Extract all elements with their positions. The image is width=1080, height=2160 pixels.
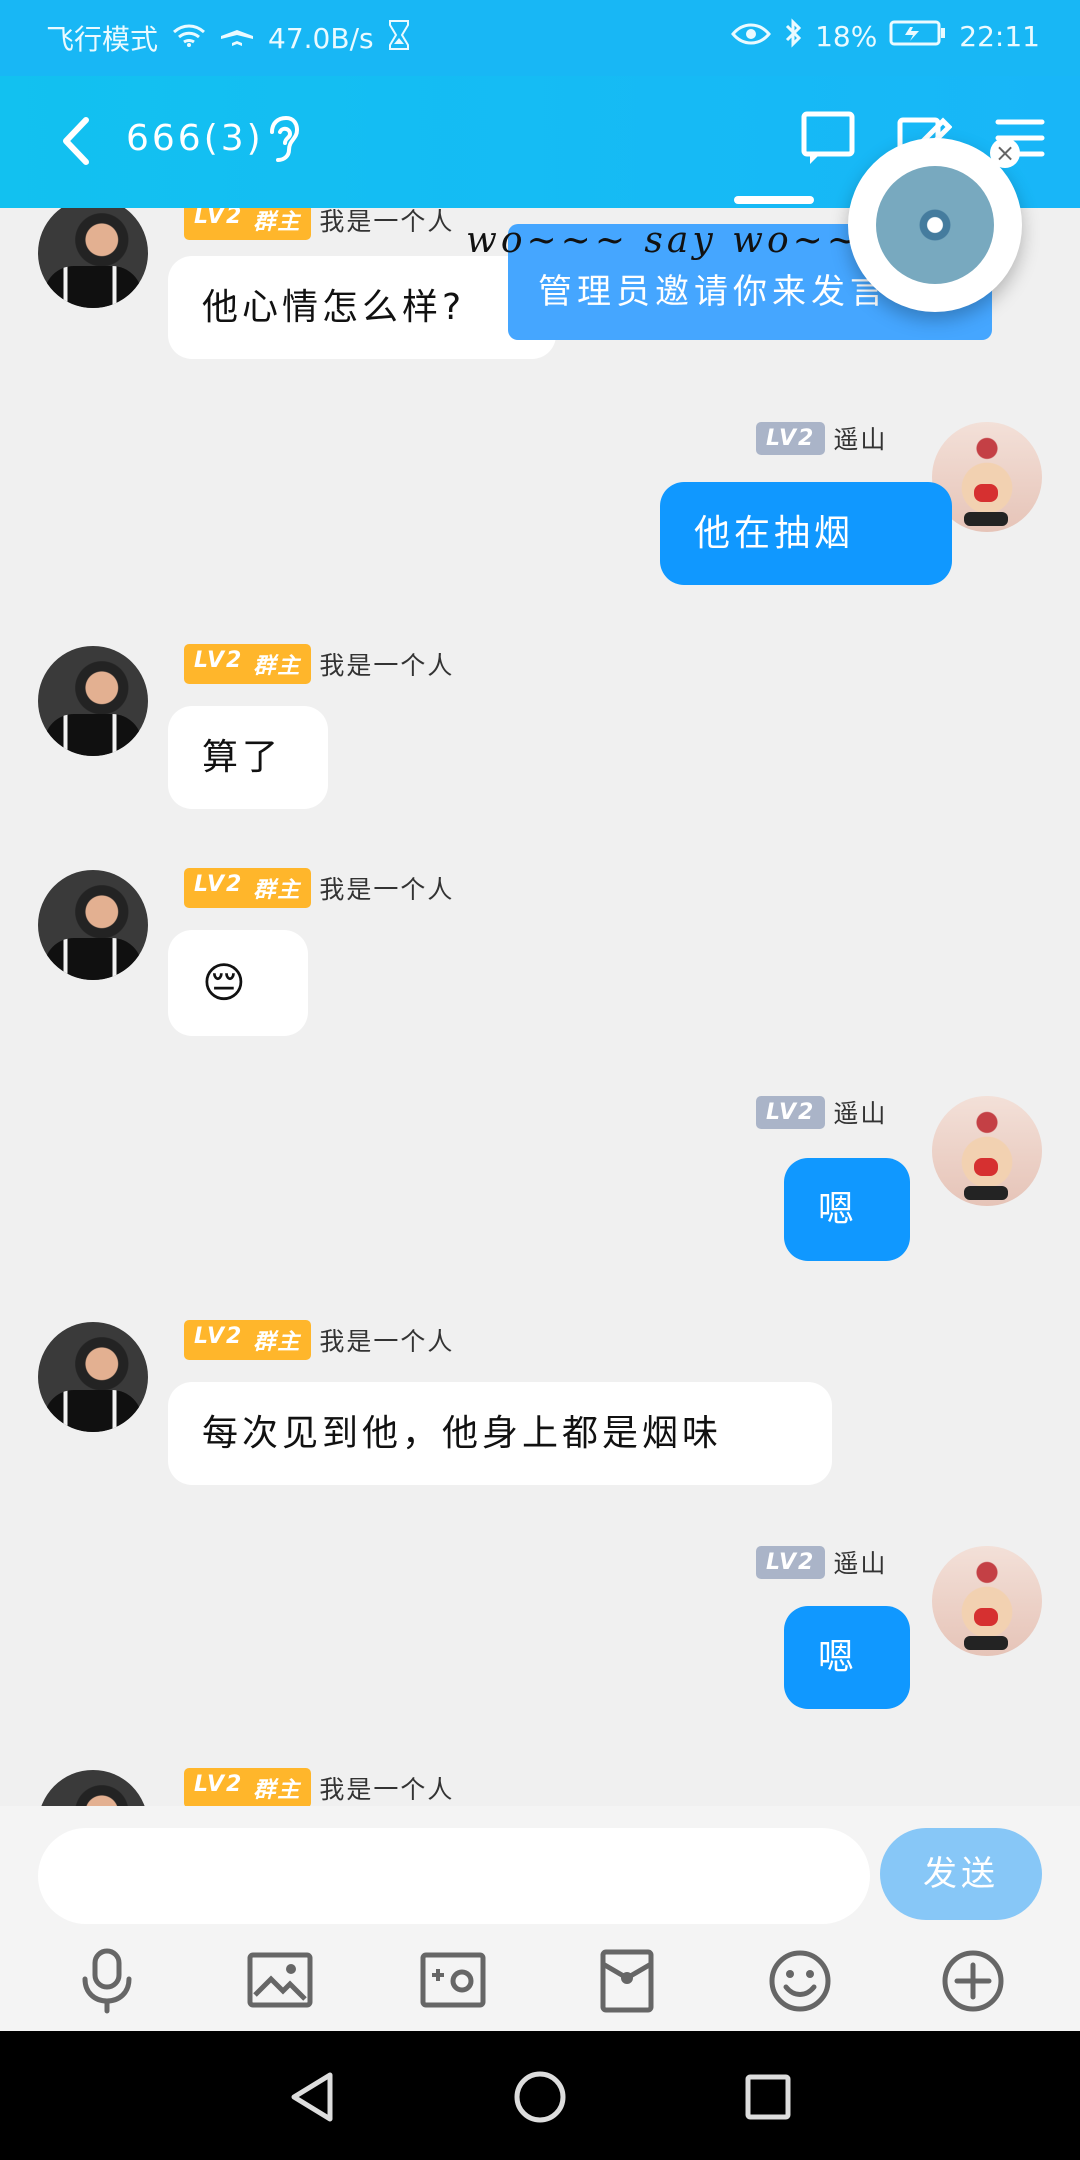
- sender-name: 遥山: [833, 1549, 888, 1578]
- red-packet-icon[interactable]: [591, 1945, 663, 2017]
- bluetooth-icon: [783, 18, 803, 55]
- level-badge: LV2: [756, 421, 826, 455]
- home-nav-button[interactable]: [510, 2067, 570, 2131]
- smile-icon[interactable]: [764, 1945, 836, 2017]
- emoji-message-bubble[interactable]: 😔: [168, 930, 308, 1037]
- level-badge: LV2 群主: [184, 1768, 312, 1806]
- lyric-overlay: wo~~~ say wo~~~: [466, 220, 896, 261]
- music-disc-icon: [876, 166, 994, 284]
- sender-info: LV2 群主 我是一个人: [184, 1320, 454, 1360]
- own-avatar[interactable]: [932, 1096, 1042, 1206]
- level-badge: LV2 群主: [184, 868, 312, 908]
- sender-avatar[interactable]: [38, 1770, 148, 1806]
- ear-icon[interactable]: [262, 114, 300, 166]
- own-avatar[interactable]: [932, 1546, 1042, 1656]
- sender-info: LV2 群主 我是一个人: [184, 644, 454, 684]
- level-badge: LV2: [756, 1095, 826, 1129]
- airplane-icon: [220, 21, 254, 56]
- chat-message-bubble[interactable]: 他心情怎么样?: [168, 256, 556, 360]
- chat-message-bubble[interactable]: 他在抽烟: [660, 482, 952, 586]
- status-bar: 飞行模式 47.0B/s 18% 22:11: [0, 0, 1080, 76]
- level-badge: LV2 群主: [184, 208, 312, 240]
- level-badge: LV2 群主: [184, 1320, 312, 1360]
- message-input[interactable]: [38, 1828, 870, 1924]
- sender-name: 我是一个人: [319, 1327, 455, 1356]
- battery-charging-icon: [889, 19, 947, 54]
- chat-message-bubble[interactable]: 每次见到他，他身上都是烟味: [168, 1382, 832, 1486]
- sender-info: LV2 遥山: [756, 1094, 887, 1130]
- sender-name: 我是一个人: [319, 1775, 455, 1804]
- sender-info: LV2 群主 我是一个人: [184, 868, 454, 908]
- sender-info: LV2 群主 我是一个人: [184, 1768, 454, 1806]
- input-toolbar: [0, 1931, 1080, 2031]
- status-right: 18% 22:11: [731, 18, 1040, 55]
- airplane-mode-label: 飞行模式: [46, 23, 159, 56]
- chat-message-list[interactable]: LV2 群主 我是一个人 他心情怎么样? LV2 遥山 他在抽烟 LV2 群主 我是…: [0, 208, 1080, 1806]
- sender-avatar[interactable]: [38, 646, 148, 756]
- send-button[interactable]: 发送: [880, 1828, 1042, 1920]
- message-composer: 发送: [0, 1806, 1080, 1931]
- sender-name: 遥山: [833, 425, 888, 454]
- wifi-icon: [172, 22, 206, 55]
- sender-avatar[interactable]: [38, 870, 148, 980]
- network-speed: 47.0B/s: [268, 21, 374, 55]
- level-badge: LV2 群主: [184, 644, 312, 684]
- back-button[interactable]: [52, 114, 106, 168]
- battery-percent: 18%: [815, 20, 878, 53]
- plus-icon[interactable]: [937, 1945, 1009, 2017]
- close-icon[interactable]: ×: [990, 138, 1020, 168]
- chat-message-bubble[interactable]: 嗯: [784, 1158, 910, 1262]
- eye-icon: [731, 20, 772, 53]
- chat-bubble-icon[interactable]: [800, 110, 856, 170]
- system-navigation-bar: [0, 2031, 1080, 2160]
- image-icon[interactable]: [244, 1945, 316, 2017]
- sender-info: LV2 群主 我是一个人: [184, 208, 454, 240]
- chat-message-bubble[interactable]: 算了: [168, 706, 328, 810]
- active-tab-indicator: [734, 196, 814, 204]
- sender-name: 我是一个人: [319, 875, 455, 904]
- sender-name: 遥山: [833, 1099, 888, 1128]
- sender-avatar[interactable]: [38, 208, 148, 308]
- clock: 22:11: [959, 20, 1040, 53]
- back-nav-button[interactable]: [282, 2067, 342, 2131]
- floating-music-player[interactable]: ×: [848, 138, 1022, 312]
- chat-title[interactable]: 666(3): [126, 118, 264, 159]
- camera-icon[interactable]: [417, 1945, 489, 2017]
- hourglass-icon: [388, 19, 410, 57]
- recents-nav-button[interactable]: [738, 2067, 798, 2131]
- sender-name: 我是一个人: [319, 208, 455, 236]
- sender-name: 我是一个人: [319, 651, 455, 680]
- sender-avatar[interactable]: [38, 1322, 148, 1432]
- chat-message-bubble[interactable]: 嗯: [784, 1606, 910, 1710]
- status-left: 飞行模式 47.0B/s: [46, 18, 410, 58]
- level-badge: LV2: [756, 1545, 826, 1579]
- microphone-icon[interactable]: [71, 1945, 143, 2017]
- sender-info: LV2 遥山: [756, 1544, 887, 1580]
- sender-info: LV2 遥山: [756, 420, 887, 456]
- admin-invite-text: 管理员邀请你来发言: [538, 272, 889, 312]
